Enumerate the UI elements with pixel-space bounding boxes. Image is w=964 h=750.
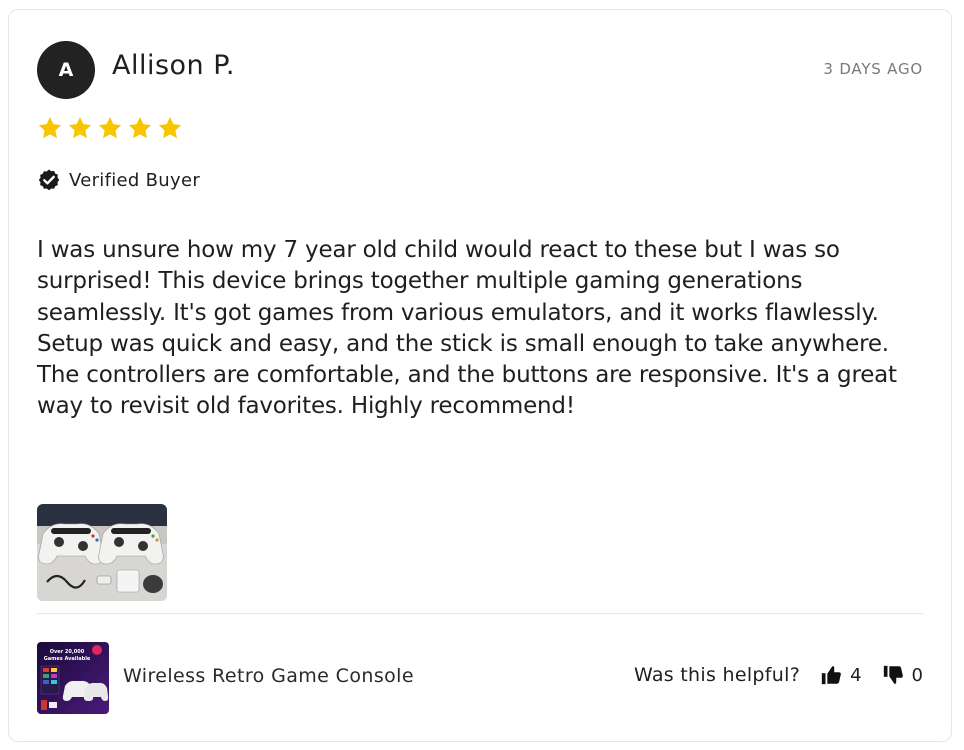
- product-name-link[interactable]: Wireless Retro Game Console: [123, 665, 414, 687]
- product-thumb-line1: Over 20,000: [50, 649, 85, 655]
- reviewer-name: Allison P.: [112, 50, 235, 81]
- review-card: A Allison P. 3 DAYS AGO Verified Buyer I…: [8, 9, 952, 742]
- vote-helpful-button[interactable]: 4: [820, 664, 862, 686]
- review-photo-controllers-image: [37, 504, 167, 601]
- star-icon: [98, 116, 122, 139]
- star-icon: [158, 116, 182, 139]
- thumbs-down-icon: [883, 665, 903, 684]
- product-thumbnail[interactable]: Over 20,000 Games Available: [37, 642, 109, 714]
- star-icon: [128, 116, 152, 139]
- verified-check-icon: [38, 169, 60, 191]
- avatar: A: [37, 41, 95, 99]
- star-icon: [68, 116, 92, 139]
- helpful-vote-section: Was this helpful? 4 0: [634, 664, 923, 686]
- review-date: 3 DAYS AGO: [823, 60, 923, 78]
- product-thumb-line2: Games Available: [44, 656, 91, 662]
- verified-buyer-label: Verified Buyer: [69, 169, 201, 191]
- product-thumbnail-image: Over 20,000 Games Available: [37, 642, 109, 714]
- section-divider: [37, 613, 923, 614]
- helpful-label: Was this helpful?: [633, 664, 801, 686]
- verified-buyer-badge: Verified Buyer: [37, 168, 200, 192]
- helpful-up-count: 4: [850, 664, 862, 686]
- star-rating: [37, 115, 183, 141]
- star-icon: [38, 116, 62, 139]
- review-photo[interactable]: [37, 504, 167, 601]
- helpful-down-count: 0: [911, 664, 923, 686]
- vote-unhelpful-button[interactable]: 0: [882, 664, 923, 686]
- review-body: I was unsure how my 7 year old child wou…: [37, 237, 897, 420]
- thumbs-up-icon: [821, 666, 841, 685]
- avatar-initial: A: [58, 59, 74, 81]
